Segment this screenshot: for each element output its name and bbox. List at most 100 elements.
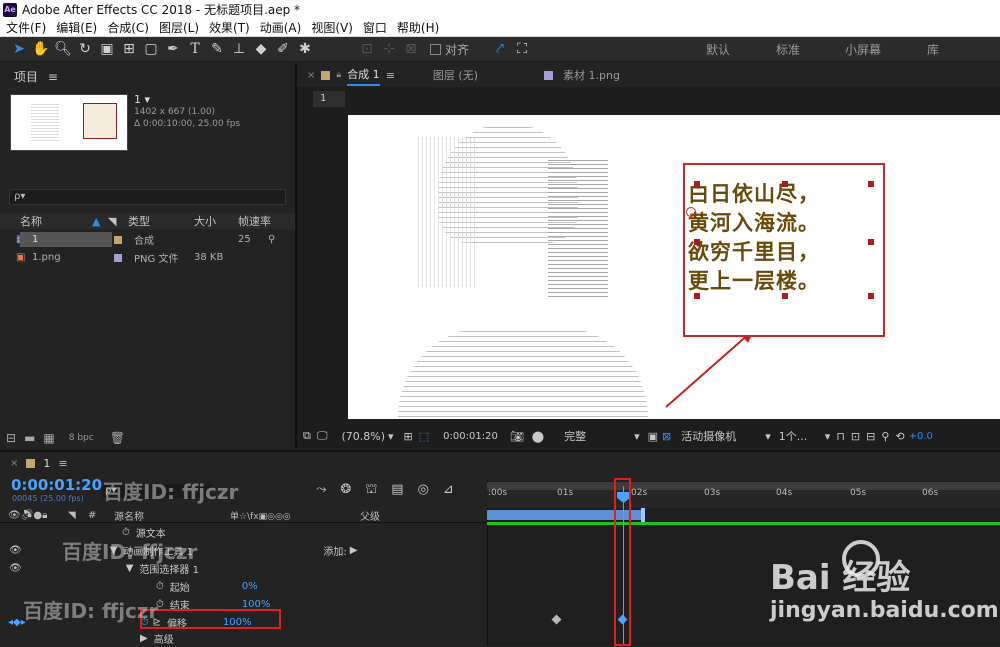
puppet-tool-icon[interactable]: ✱: [294, 38, 316, 60]
shy-layers-icon[interactable]: ⛫: [365, 482, 377, 499]
rectangle-tool-icon[interactable]: ▢: [140, 38, 162, 60]
layer-duration-bar[interactable]: [487, 522, 1000, 525]
menu-edit[interactable]: 编辑(E): [56, 19, 97, 36]
composition-canvas[interactable]: 白日依山尽， 黄河入海流。 欲穷千里目， 更上一层楼。: [348, 115, 1000, 419]
project-search-input[interactable]: ρ▾: [9, 189, 286, 205]
dropdown-icon[interactable]: ▾: [765, 430, 771, 443]
motion-blur-icon[interactable]: ◎: [418, 482, 429, 499]
transform-handle[interactable]: [868, 239, 874, 245]
column-size[interactable]: 大小: [194, 213, 238, 229]
selection-tool-icon[interactable]: ➤: [8, 38, 30, 60]
tab-menu-icon[interactable]: ≡: [386, 69, 395, 82]
trash-icon[interactable]: 🗑︎: [110, 431, 125, 445]
menu-view[interactable]: 视图(V): [311, 19, 353, 36]
tab-layer[interactable]: 图层 (无): [433, 67, 478, 83]
comp-mini-flowchart-icon[interactable]: ⤳: [316, 482, 326, 499]
menu-help[interactable]: 帮助(H): [397, 19, 439, 36]
menu-file[interactable]: 文件(F): [6, 19, 46, 36]
menu-layer[interactable]: 图层(L): [159, 19, 199, 36]
column-source-name[interactable]: 源名称: [114, 508, 230, 523]
graph-editor-icon[interactable]: ⊿: [443, 482, 454, 499]
new-folder-icon[interactable]: ▬: [24, 431, 35, 445]
layer-property-row[interactable]: ⏱︎ 起始 0%: [0, 577, 487, 595]
column-type[interactable]: 类型: [128, 213, 194, 229]
fast-preview-icon[interactable]: ⊡: [851, 430, 860, 443]
transform-handle[interactable]: [694, 181, 700, 187]
layer-property-row[interactable]: ▶ 高级: [0, 629, 487, 647]
grid-icon[interactable]: ⊞: [404, 430, 413, 443]
eraser-tool-icon[interactable]: ◆: [250, 38, 272, 60]
dropdown-icon[interactable]: ▾: [825, 430, 831, 443]
flowchart-icon[interactable]: ⚲: [268, 234, 275, 245]
transform-handle[interactable]: [782, 293, 788, 299]
dropdown-icon[interactable]: ▾: [388, 430, 394, 443]
property-value[interactable]: 100%: [242, 599, 271, 610]
transform-handle[interactable]: [694, 239, 700, 245]
stopwatch-icon[interactable]: ⏱︎: [156, 581, 164, 592]
camera-tool-icon[interactable]: ▣: [96, 38, 118, 60]
type-tool-icon[interactable]: T: [184, 38, 206, 60]
close-tab-icon[interactable]: ×: [10, 458, 18, 469]
menu-effect[interactable]: 效果(T): [209, 19, 250, 36]
visibility-eye-icon[interactable]: 👁︎: [9, 563, 22, 574]
timeline-icon[interactable]: ⊟: [866, 430, 875, 443]
align-checkbox[interactable]: [430, 43, 441, 55]
column-parent[interactable]: 父级: [360, 508, 380, 523]
transform-handle[interactable]: [782, 181, 788, 187]
dropdown-icon[interactable]: ▾: [145, 93, 151, 106]
visibility-eye-icon[interactable]: 👁︎: [9, 545, 22, 556]
transparency-grid-icon[interactable]: ⊠: [662, 430, 671, 443]
roi-icon[interactable]: ▣: [648, 430, 658, 443]
menu-composition[interactable]: 合成(C): [107, 19, 149, 36]
flowchart-icon[interactable]: ⚲: [881, 430, 889, 443]
camera-dropdown[interactable]: 活动摄像机: [681, 428, 765, 444]
transform-handle[interactable]: [868, 293, 874, 299]
add-property-label[interactable]: 添加:: [323, 543, 346, 558]
expand-arrow-icon[interactable]: ▶: [140, 633, 148, 644]
view-axis-icon[interactable]: ⊠: [400, 38, 422, 60]
column-name[interactable]: 名称: [20, 213, 92, 229]
snapping-icon[interactable]: ⤤: [489, 38, 511, 60]
current-time-display[interactable]: 0:00:01:20: [11, 476, 102, 494]
menu-window[interactable]: 窗口: [363, 19, 387, 36]
frame-blending-icon[interactable]: ▤: [391, 482, 403, 499]
comp-breadcrumb[interactable]: 1: [313, 91, 345, 107]
always-preview-icon[interactable]: ⧉: [303, 429, 311, 443]
pan-behind-tool-icon[interactable]: ⊞: [118, 38, 140, 60]
work-area-end-handle[interactable]: [641, 508, 645, 522]
rotate-tool-icon[interactable]: ↻: [74, 38, 96, 60]
interpret-footage-icon[interactable]: ⊟: [6, 431, 16, 445]
workspace-default[interactable]: 默认: [683, 41, 753, 58]
play-arrow-icon[interactable]: ▶: [350, 545, 358, 556]
new-comp-icon[interactable]: ▦: [43, 431, 54, 445]
project-row[interactable]: ▦ 1 合成 25 ⚲: [0, 231, 295, 248]
close-tab-icon[interactable]: ×: [307, 70, 315, 81]
transform-handle[interactable]: [868, 181, 874, 187]
clone-stamp-tool-icon[interactable]: ⊥: [228, 38, 250, 60]
dropdown-icon[interactable]: ▾: [634, 430, 640, 443]
workspace-small-screen[interactable]: 小屏幕: [823, 41, 903, 58]
poem-text-layer[interactable]: 白日依山尽， 黄河入海流。 欲穷千里目， 更上一层楼。: [688, 179, 878, 301]
hand-tool-icon[interactable]: ✋: [30, 38, 52, 60]
monitor-icon[interactable]: 🖵︎: [317, 429, 328, 443]
exposure-value[interactable]: +0.0: [909, 431, 933, 442]
lock-icon[interactable]: 🔒︎: [336, 70, 341, 80]
bpc-label[interactable]: 8 bpc: [69, 433, 94, 443]
property-value[interactable]: 0%: [242, 581, 258, 592]
roto-brush-tool-icon[interactable]: ✐: [272, 38, 294, 60]
menu-animation[interactable]: 动画(A): [260, 19, 302, 36]
color-channel-icon[interactable]: ⬤: [532, 430, 544, 443]
tab-composition[interactable]: 合成 1: [347, 64, 380, 86]
snapshot-icon[interactable]: 📷︎: [510, 430, 524, 443]
zoom-level-dropdown[interactable]: (70.8%): [341, 430, 385, 443]
zoom-tool-icon[interactable]: 🔍︎: [52, 38, 74, 60]
pen-tool-icon[interactable]: ✒: [162, 38, 184, 60]
panel-menu-icon[interactable]: ≡: [48, 70, 58, 84]
viewer-timecode[interactable]: 0:00:01:20: [443, 431, 498, 442]
toggle-pixel-aspect-icon[interactable]: ⊓: [836, 430, 845, 443]
reset-exposure-icon[interactable]: ⟲: [895, 430, 904, 443]
timeline-comp-tab[interactable]: 1: [43, 457, 50, 470]
views-dropdown[interactable]: 1个...: [779, 428, 825, 444]
column-fps[interactable]: 帧速率: [238, 213, 278, 229]
mask-visibility-icon[interactable]: ⬚: [419, 430, 429, 443]
